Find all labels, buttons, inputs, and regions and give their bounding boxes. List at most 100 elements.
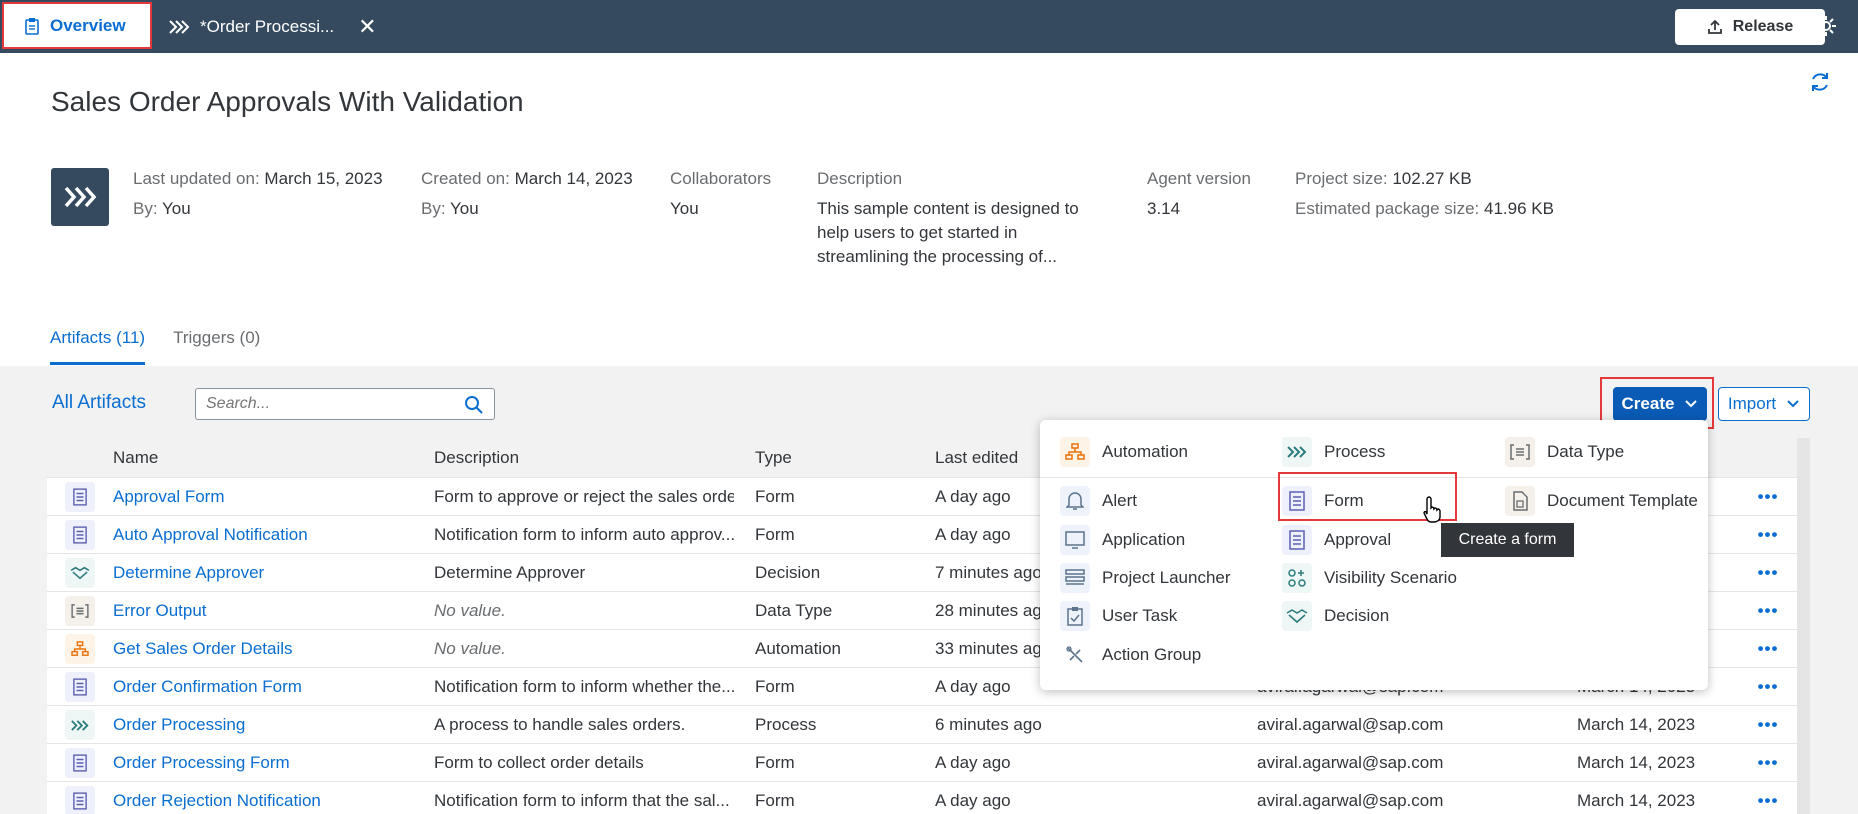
menu-item-form[interactable]: Form [1282,486,1364,516]
collaborators-label: Collaborators [670,169,772,188]
created-value: March 14, 2023 [514,169,633,188]
artifact-type: Form [755,487,795,506]
search-input[interactable] [206,395,446,413]
collaborators-value: You [670,199,699,218]
data-type-icon [1505,437,1535,467]
table-row[interactable]: Order Processing A process to handle sale… [47,706,1797,744]
menu-item-document-template[interactable]: Document Template [1505,486,1698,516]
created-by-value: You [449,199,479,218]
tab-triggers[interactable]: Triggers (0) [173,328,260,365]
chevron-down-icon [1787,400,1799,408]
refresh-icon[interactable] [1808,70,1832,94]
more-options-icon[interactable]: ••• [1753,782,1783,814]
artifact-name-link[interactable]: Error Output [113,592,423,630]
more-options-icon[interactable]: ••• [1753,630,1783,668]
form-icon [1282,486,1312,516]
artifact-edited-by: aviral.agarwal@sap.com [1257,753,1444,772]
menu-item-alert[interactable]: Alert [1060,486,1137,516]
artifact-description: Form to approve or reject the sales orde… [434,487,734,506]
menu-item-application[interactable]: Application [1060,525,1185,555]
create-button[interactable]: Create [1613,387,1707,421]
tab-overview-label: Overview [50,15,126,35]
menu-item-decision[interactable]: Decision [1282,601,1389,631]
header-name[interactable]: Name [113,438,423,478]
scrollbar[interactable] [1797,438,1810,814]
artifact-description: No value. [434,601,506,620]
release-button[interactable]: Release [1675,9,1825,45]
artifact-name-link[interactable]: Order Confirmation Form [113,668,423,706]
menu-item-project-launcher[interactable]: Project Launcher [1060,563,1231,593]
document-template-icon [1505,486,1535,516]
menu-item-data-type[interactable]: Data Type [1505,437,1624,467]
approval-icon [1282,525,1312,555]
hand-cursor-icon [1423,496,1441,523]
menu-item-user-task[interactable]: User Task [1060,601,1177,631]
decision-icon [65,558,95,588]
more-options-icon[interactable]: ••• [1753,744,1783,782]
row-icon-cell [65,668,95,706]
description-line: This sample content is designed to [817,199,1079,218]
menu-item-label: Decision [1324,606,1390,625]
close-icon[interactable]: ✕ [358,14,376,40]
more-options-icon[interactable]: ••• [1753,478,1783,516]
artifact-name-link[interactable]: Determine Approver [113,554,423,592]
row-icon-cell [65,782,95,814]
artifact-edited-by: aviral.agarwal@sap.com [1257,715,1444,734]
menu-item-label: Form [1324,491,1364,510]
more-options-icon[interactable]: ••• [1753,516,1783,554]
action-group-icon [1060,640,1090,670]
artifact-name-link[interactable]: Order Rejection Notification [113,782,423,814]
bell-icon [1060,486,1090,516]
artifact-description: Form to collect order details [434,753,644,772]
tab-order-processing[interactable]: *Order Processi... ✕ [168,0,377,53]
header-description[interactable]: Description [434,438,734,478]
agent-version-label: Agent version [1147,169,1251,188]
search-icon[interactable] [464,395,484,415]
table-row[interactable]: Order Processing Form Form to collect ord… [47,744,1797,782]
more-options-icon[interactable]: ••• [1753,554,1783,592]
page-title: Sales Order Approvals With Validation [51,86,524,117]
gear-icon[interactable] [1814,14,1838,38]
menu-item-automation[interactable]: Automation [1060,437,1188,467]
artifact-name-link[interactable]: Auto Approval Notification [113,516,423,554]
artifact-type: Process [755,715,817,734]
more-options-icon[interactable]: ••• [1753,706,1783,744]
artifact-description: Determine Approver [434,563,586,582]
menu-item-label: Approval [1324,530,1392,549]
visibility-scenario-icon [1282,563,1312,593]
menu-item-visibility-scenario[interactable]: Visibility Scenario [1282,563,1457,593]
menu-item-action-group[interactable]: Action Group [1060,640,1201,670]
artifact-name-link[interactable]: Get Sales Order Details [113,630,423,668]
artifact-name-link[interactable]: Order Processing [113,706,423,744]
row-icon-cell [65,554,95,592]
decision-icon [1282,601,1312,631]
row-icon-cell [65,706,95,744]
menu-item-approval[interactable]: Approval [1282,525,1391,555]
search-field[interactable] [195,388,495,420]
import-button[interactable]: Import [1718,387,1810,421]
section-tabs: Artifacts (11) Triggers (0) [50,328,260,365]
table-row[interactable]: Order Rejection Notification Notification… [47,782,1797,814]
process-icon [1282,437,1312,467]
header-type[interactable]: Type [755,438,915,478]
row-icon-cell [65,478,95,516]
menu-item-label: Application [1102,530,1186,549]
description-line: help users to get started in [817,223,1018,242]
form-icon [65,748,95,778]
created-by-label: By: [421,199,446,218]
artifact-last-edited: 6 minutes ago [935,715,1042,734]
automation-icon [65,634,95,664]
menu-item-label: Process [1324,442,1386,461]
artifact-name-link[interactable]: Approval Form [113,478,423,516]
menu-item-label: Document Template [1547,491,1698,510]
menu-item-process[interactable]: Process [1282,437,1385,467]
tab-overview[interactable]: Overview [2,2,152,49]
row-icon-cell [65,516,95,554]
artifact-name-link[interactable]: Order Processing Form [113,744,423,782]
more-options-icon[interactable]: ••• [1753,668,1783,706]
import-button-label: Import [1727,394,1777,413]
project-size-value: 102.27 KB [1392,169,1472,188]
more-options-icon[interactable]: ••• [1753,592,1783,630]
menu-item-label: Alert [1102,491,1137,510]
tab-artifacts[interactable]: Artifacts (11) [50,328,146,365]
